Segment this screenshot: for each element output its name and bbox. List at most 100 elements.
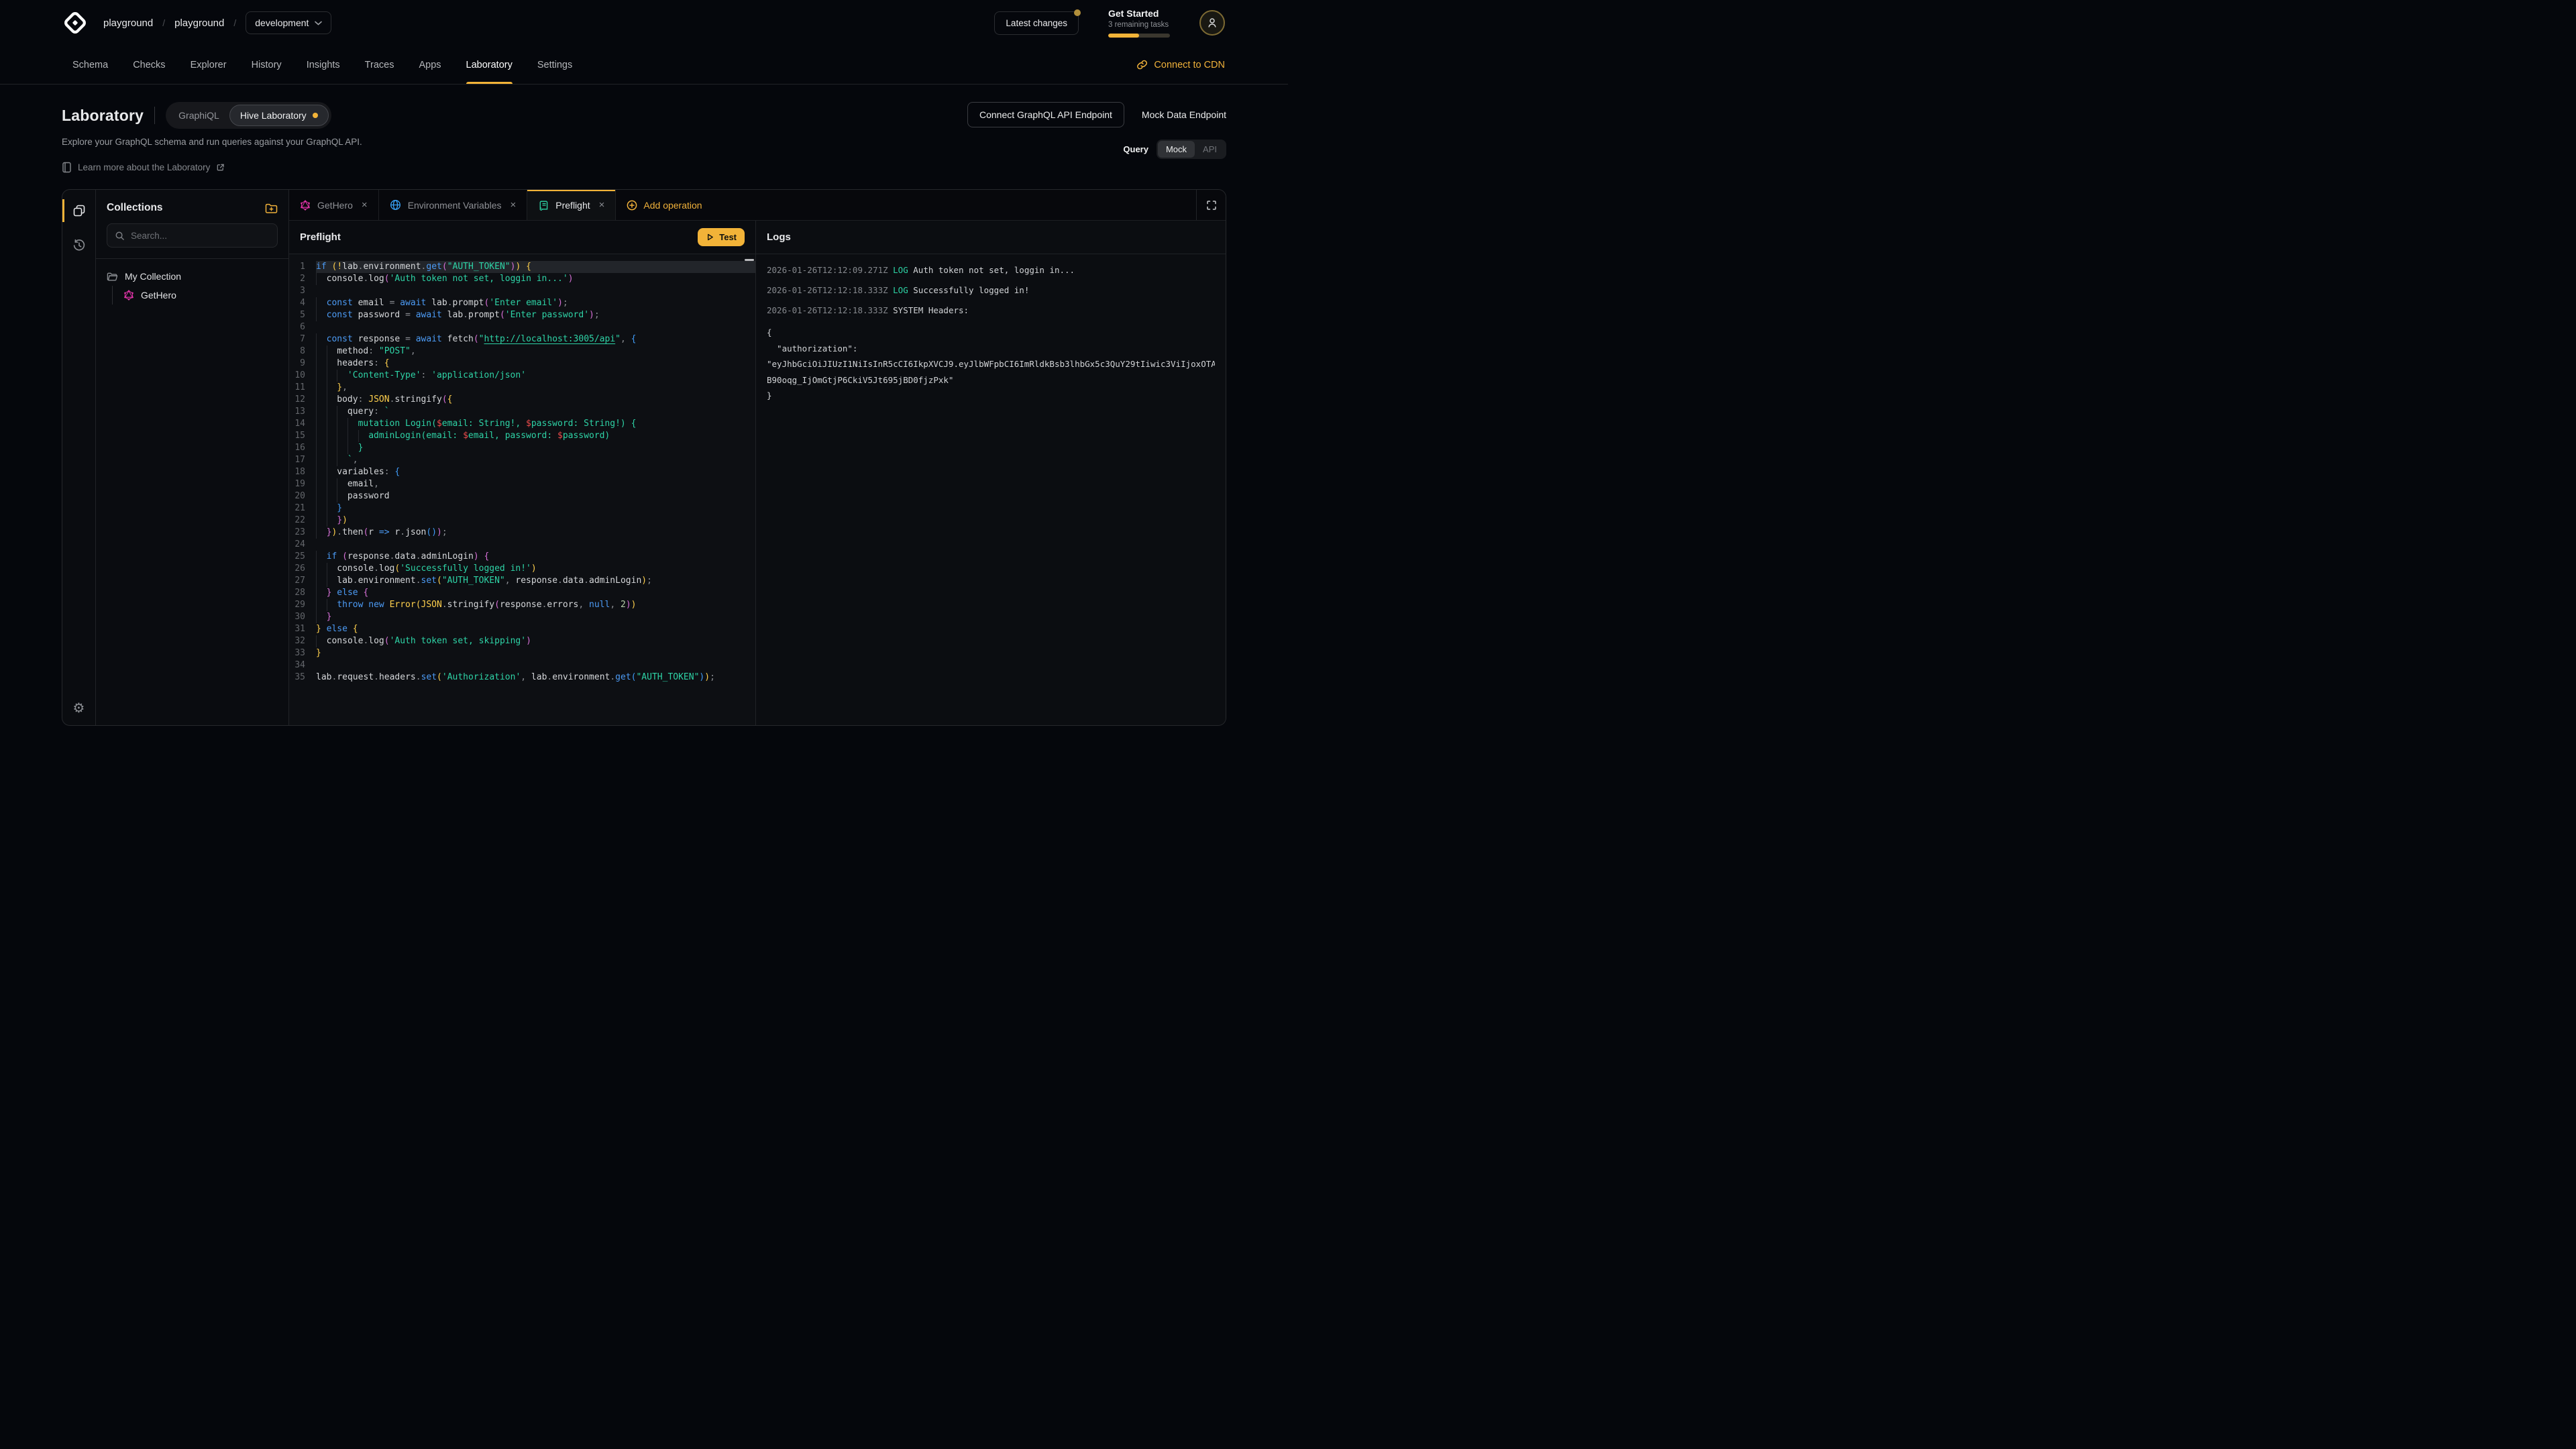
scrollbar-thumb[interactable] bbox=[745, 259, 754, 261]
line-number: 28 bbox=[289, 587, 316, 599]
code-line-content: lab.environment.set("AUTH_TOKEN", respon… bbox=[316, 575, 755, 587]
code-line: 31} else { bbox=[289, 623, 755, 635]
indent-guide bbox=[327, 442, 337, 454]
code-line-content: email, bbox=[316, 478, 755, 490]
notification-dot bbox=[1074, 9, 1081, 16]
operation-tabs: GetHero×Environment Variables×Preflight× bbox=[289, 190, 616, 220]
collection-item-gethero[interactable]: GetHero bbox=[123, 286, 278, 305]
mock-data-endpoint-button[interactable]: Mock Data Endpoint bbox=[1142, 109, 1226, 120]
indent-guide bbox=[327, 394, 337, 406]
toggle-option-label: Hive Laboratory bbox=[240, 110, 307, 121]
indent-guide bbox=[327, 345, 337, 358]
code-line: 16} bbox=[289, 442, 755, 454]
code-line: 18variables: { bbox=[289, 466, 755, 478]
indent-guide bbox=[327, 370, 337, 382]
query-mode-mock[interactable]: Mock bbox=[1158, 141, 1195, 158]
settings-gear-icon[interactable]: ⚙ bbox=[73, 700, 85, 716]
editor-mode-toggle: GraphiQL Hive Laboratory bbox=[166, 102, 331, 129]
preflight-test-button[interactable]: Test bbox=[698, 228, 745, 246]
nav-tab-checks[interactable]: Checks bbox=[133, 46, 165, 84]
fullscreen-button[interactable] bbox=[1196, 190, 1226, 220]
history-view-button[interactable] bbox=[62, 231, 95, 260]
operation-tab-preflight[interactable]: Preflight× bbox=[527, 190, 616, 220]
indent-guide bbox=[316, 551, 327, 563]
breadcrumb-project[interactable]: playground bbox=[174, 17, 224, 29]
operation-tabs-row: GetHero×Environment Variables×Preflight×… bbox=[289, 190, 1226, 221]
latest-changes-button[interactable]: Latest changes bbox=[994, 11, 1079, 35]
fullscreen-icon bbox=[1206, 200, 1217, 211]
operation-tab-gethero[interactable]: GetHero× bbox=[289, 190, 379, 220]
breadcrumb: playground / playground / development bbox=[103, 11, 331, 34]
preflight-code-editor[interactable]: 1if (!lab.environment.get("AUTH_TOKEN"))… bbox=[289, 254, 755, 725]
code-line: 35lab.request.headers.set('Authorization… bbox=[289, 672, 755, 684]
code-line: 25if (response.data.adminLogin) { bbox=[289, 551, 755, 563]
preflight-editor-pane: Preflight Test 1if (!lab.environment.get… bbox=[289, 221, 756, 725]
indent-guide bbox=[327, 382, 337, 394]
code-line-content: 'Content-Type': 'application/json' bbox=[316, 370, 755, 382]
operation-tab-environment-variables[interactable]: Environment Variables× bbox=[379, 190, 528, 220]
close-icon[interactable]: × bbox=[362, 199, 368, 211]
code-line: 3 bbox=[289, 285, 755, 297]
log-entry: 2026-01-26T12:12:09.271Z LOG Auth token … bbox=[767, 264, 1215, 276]
script-icon bbox=[538, 200, 549, 211]
connect-to-cdn-link[interactable]: Connect to CDN bbox=[1136, 46, 1225, 84]
code-line-content bbox=[316, 659, 755, 672]
target-selector[interactable]: development bbox=[246, 11, 331, 34]
collections-search[interactable] bbox=[107, 223, 278, 248]
nav-tab-history[interactable]: History bbox=[252, 46, 282, 84]
line-number: 18 bbox=[289, 466, 316, 478]
nav-tab-settings[interactable]: Settings bbox=[537, 46, 572, 84]
preflight-pane-title: Preflight bbox=[300, 231, 341, 243]
new-collection-folder-plus-icon[interactable] bbox=[265, 203, 278, 214]
indent-guide bbox=[327, 454, 337, 466]
indent-guide bbox=[316, 273, 327, 285]
code-line-content: } bbox=[316, 502, 755, 515]
query-mode-api[interactable]: API bbox=[1195, 141, 1225, 158]
nav-tab-schema[interactable]: Schema bbox=[72, 46, 108, 84]
close-icon[interactable]: × bbox=[511, 199, 517, 211]
line-number: 1 bbox=[289, 261, 316, 273]
code-line-content: if (!lab.environment.get("AUTH_TOKEN")) … bbox=[316, 261, 755, 273]
line-number: 11 bbox=[289, 382, 316, 394]
learn-more-link[interactable]: Learn more about the Laboratory bbox=[62, 162, 362, 173]
graphql-icon bbox=[300, 200, 311, 211]
code-line-content: body: JSON.stringify({ bbox=[316, 394, 755, 406]
hive-logo-icon[interactable] bbox=[62, 9, 89, 36]
nav-tab-traces[interactable]: Traces bbox=[365, 46, 394, 84]
code-line-content: if (response.data.adminLogin) { bbox=[316, 551, 755, 563]
indent-guide bbox=[347, 430, 358, 442]
indent-guide bbox=[327, 599, 337, 611]
log-json-block: { "authorization":"eyJhbGciOiJIUzI1NiIsI… bbox=[767, 325, 1215, 404]
get-started-widget[interactable]: Get Started 3 remaining tasks bbox=[1108, 8, 1170, 38]
nav-tab-apps[interactable]: Apps bbox=[419, 46, 441, 84]
toggle-option-hive-laboratory[interactable]: Hive Laboratory bbox=[229, 105, 329, 126]
toggle-option-graphiql[interactable]: GraphiQL bbox=[168, 105, 229, 125]
collection-folder[interactable]: My Collection bbox=[107, 271, 278, 282]
close-icon[interactable]: × bbox=[599, 199, 605, 211]
code-line: 19email, bbox=[289, 478, 755, 490]
target-selector-value: development bbox=[255, 17, 309, 28]
collections-view-button[interactable] bbox=[62, 197, 95, 225]
log-level-system: SYSTEM bbox=[893, 305, 928, 315]
globe-icon bbox=[390, 199, 401, 211]
line-number: 32 bbox=[289, 635, 316, 647]
indent-guide bbox=[327, 515, 337, 527]
breadcrumb-separator: / bbox=[162, 17, 165, 28]
breadcrumb-org[interactable]: playground bbox=[103, 17, 153, 29]
top-bar: playground / playground / development La… bbox=[0, 0, 1288, 46]
line-number: 5 bbox=[289, 309, 316, 321]
book-icon bbox=[62, 162, 72, 173]
indent-guide bbox=[316, 345, 327, 358]
connect-graphql-endpoint-button[interactable]: Connect GraphQL API Endpoint bbox=[967, 102, 1124, 127]
indent-guide bbox=[316, 382, 327, 394]
nav-tab-insights[interactable]: Insights bbox=[307, 46, 340, 84]
user-avatar[interactable] bbox=[1199, 10, 1225, 36]
nav-tab-explorer[interactable]: Explorer bbox=[191, 46, 227, 84]
code-line: 24 bbox=[289, 539, 755, 551]
code-line: 1if (!lab.environment.get("AUTH_TOKEN"))… bbox=[289, 261, 755, 273]
code-line: 30} bbox=[289, 611, 755, 623]
search-input[interactable] bbox=[131, 231, 270, 241]
indent-guide bbox=[337, 478, 347, 490]
add-operation-button[interactable]: Add operation bbox=[616, 190, 712, 220]
nav-tab-laboratory[interactable]: Laboratory bbox=[466, 46, 513, 84]
